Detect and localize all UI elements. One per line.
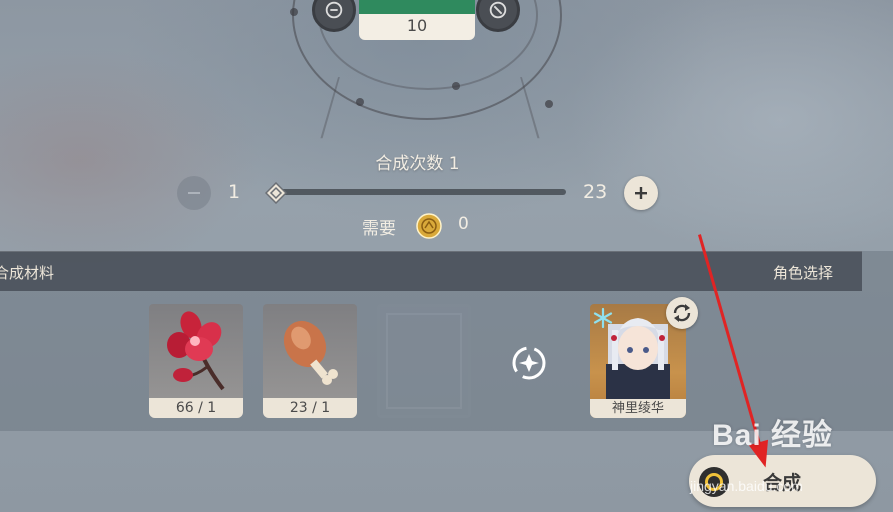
material-item-meat[interactable]: 23 / 1	[263, 304, 357, 418]
meat-drumstick-icon	[263, 304, 357, 398]
background-dot	[452, 82, 460, 90]
background-emblem-lines	[320, 77, 540, 139]
slider-min-label: 1	[228, 181, 241, 203]
craft-count-slider[interactable]	[276, 189, 566, 195]
requirement-value: 0	[458, 214, 469, 234]
red-flower-icon	[149, 304, 243, 398]
empty-material-slot[interactable]	[377, 304, 471, 418]
increase-button[interactable]	[624, 176, 658, 210]
material-count: 23 / 1	[263, 398, 357, 418]
slider-max-label: 23	[583, 181, 608, 203]
watermark-logo: Bai 经验	[712, 419, 834, 452]
decrease-button[interactable]	[177, 176, 211, 210]
result-item-card[interactable]: 10	[359, 0, 475, 40]
switch-character-button[interactable]	[666, 297, 698, 329]
character-select-label: 角色选择	[773, 264, 834, 282]
background-dot	[545, 100, 553, 108]
materials-label: 合成材料	[0, 264, 55, 282]
mora-coin-icon	[416, 213, 442, 239]
slider-thumb-handle[interactable]	[265, 182, 287, 204]
requirement-label: 需要	[362, 219, 396, 239]
background-dot	[290, 8, 298, 16]
cryo-icon	[593, 307, 613, 329]
background-dot	[356, 98, 364, 106]
result-item-count: 10	[406, 16, 428, 35]
convert-swap-icon[interactable]	[509, 343, 549, 383]
materials-panel-header	[0, 251, 862, 291]
minus-icon	[188, 192, 200, 194]
character-name: 神里绫华	[590, 399, 686, 418]
watermark-url: jingyan.baidu.com	[690, 478, 803, 494]
result-item-rarity-strip	[359, 0, 475, 14]
plus-icon	[635, 187, 647, 199]
material-count: 66 / 1	[149, 398, 243, 418]
craft-count-title: 合成次数 1	[375, 154, 460, 174]
refresh-icon	[673, 304, 691, 322]
material-item-flower[interactable]: 66 / 1	[149, 304, 243, 418]
